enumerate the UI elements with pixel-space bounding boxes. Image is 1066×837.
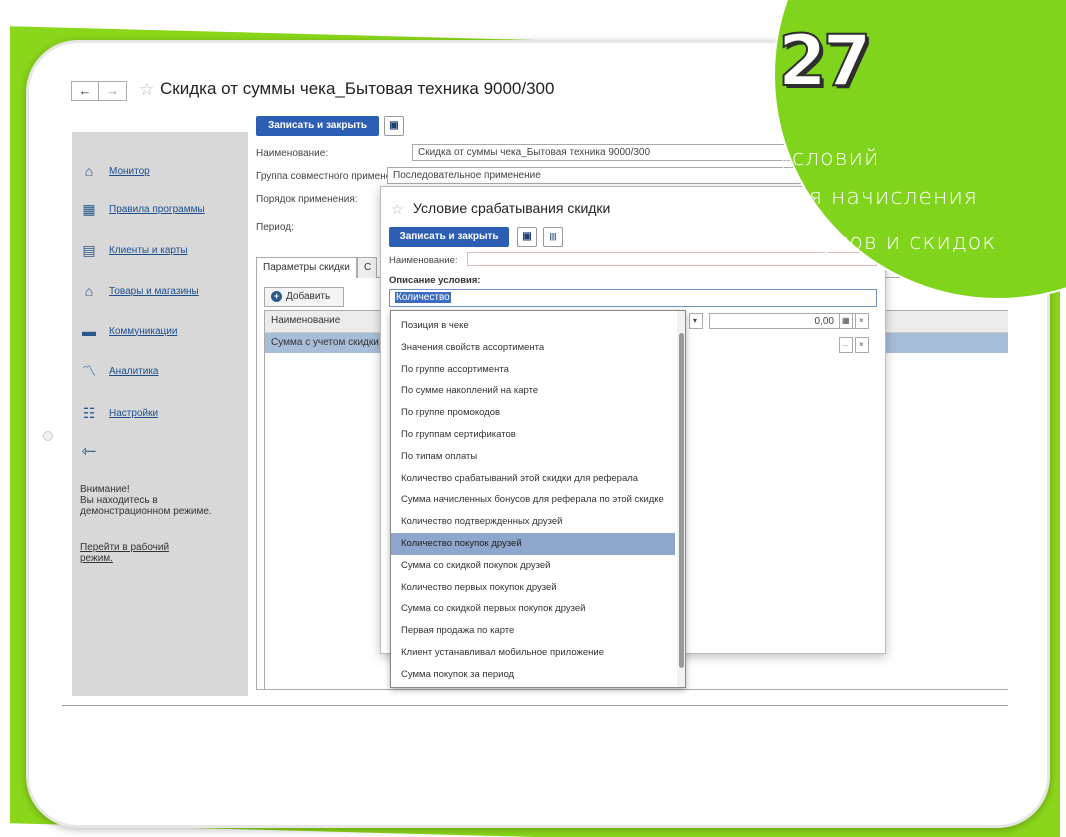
home-icon: ⌂ [84,163,94,179]
dropdown-option[interactable]: Сумма начисленных бонусов для реферала п… [391,489,675,511]
name-field[interactable]: Скидка от суммы чека_Бытовая техника 900… [412,144,812,161]
dropdown-option[interactable]: Количество первых покупок друзей [391,577,675,599]
dropdown-option[interactable]: По группе ассортимента [391,359,675,381]
tablet-camera [43,431,53,441]
sidebar-item-label[interactable]: Клиенты и карты [109,245,188,256]
sidebar: ⌂ Монитор ▦ Правила программы ▤ Клиенты … [72,132,248,696]
add-button[interactable]: + Добавить [264,287,344,307]
condition-combobox[interactable]: Количество [389,289,877,307]
dropdown-option[interactable]: По группе промокодов [391,402,675,424]
history-nav: ← → [71,81,127,101]
save-icon[interactable]: ▣ [384,116,404,136]
dropdown-option[interactable]: Сумма со скидкой покупок друзей [391,555,675,577]
dropdown-option[interactable]: Значения свойств ассортимента [391,337,675,359]
badge-line-1: условий [778,146,880,171]
calculator-icon[interactable]: ▦ [839,313,853,329]
sidebar-item-label[interactable]: Правила программы [109,204,205,215]
sidebar-item-label[interactable]: Коммуникации [109,326,177,337]
sidebar-item-label[interactable]: Аналитика [109,366,159,377]
dropdown-option[interactable]: По группам сертификатов [391,424,675,446]
clear-icon[interactable]: × [855,337,869,353]
back-button[interactable]: ← [71,81,99,101]
condition-dropdown: Позиция в чеке Значения свойств ассортиме… [390,310,686,688]
badge-line-3: бонусов и скидок [778,230,997,255]
order-label: Порядок применения: [256,194,358,205]
collapse-arrow-icon: ⇽ [81,441,97,461]
work-mode-link[interactable]: Перейти в рабочий режим. [80,542,190,564]
dropdown-option[interactable]: Сумма покупок за период [391,664,675,686]
add-label: Добавить [286,291,331,302]
dropdown-option[interactable]: По типам оплаты [391,446,675,468]
basket-icon: ⌂ [84,283,94,299]
barcode-icon[interactable]: ||| [543,227,563,247]
sidebar-item-communications[interactable]: ▬ Коммуникации [80,323,177,339]
clear-icon[interactable]: × [855,313,869,329]
dropdown-option[interactable]: Клиент устанавливал мобильное приложение [391,642,675,664]
dropdown-option[interactable]: Количество покупок друзей [391,533,675,555]
group-field[interactable]: Последовательное применение [387,167,812,184]
dialog-name-label: Наименование: [389,255,458,266]
dropdown-arrow-icon[interactable]: ▾ [689,313,703,329]
badge-line-2: для начисления [778,185,978,210]
promo-stage: ← → ☆ Скидка от суммы чека_Бытовая техни… [0,0,1066,837]
save-close-button[interactable]: Записать и закрыть [256,116,379,136]
sidebar-item-rules[interactable]: ▦ Правила программы [80,201,205,217]
dropdown-option[interactable]: Сумма со скидкой первых покупок друзей [391,598,675,620]
sidebar-item-label[interactable]: Настройки [109,408,158,419]
sidebar-item-label[interactable]: Монитор [109,166,150,177]
badge-number: 27 [777,19,872,103]
favorite-star-icon[interactable]: ☆ [391,201,404,218]
demo-warning: Внимание! Вы находитесь в демонстрационн… [80,484,212,517]
dropdown-scrollbar-thumb[interactable] [679,333,684,668]
forward-button[interactable]: → [99,81,127,101]
sidebar-item-settings[interactable]: ☷ Настройки [80,405,158,421]
sidebar-item-goods[interactable]: ⌂ Товары и магазины [80,283,199,299]
sidebar-item-analytics[interactable]: 〽 Аналитика [80,363,159,379]
chart-icon: 〽 [82,363,96,379]
favorite-star-icon[interactable]: ☆ [139,80,154,100]
id-card-icon: ▤ [82,242,96,258]
tab-second[interactable]: С [357,257,377,278]
dialog-title: Условие срабатывания скидки [413,200,611,216]
sidebar-item-clients[interactable]: ▤ Клиенты и карты [80,242,188,258]
grid-icon: ▦ [82,201,96,217]
sliders-icon: ☷ [82,405,96,421]
sidebar-item-monitor[interactable]: ⌂ Монитор [80,163,150,179]
condition-value: Количество [395,292,451,303]
dialog-save-icon[interactable]: ▣ [517,227,537,247]
plus-icon: + [271,291,282,302]
select-more-icon[interactable]: ... [839,337,853,353]
dropdown-option[interactable]: Количество подтвержденных друзей [391,511,675,533]
dropdown-option[interactable]: Позиция в чеке [391,315,675,337]
chat-icon: ▬ [82,323,96,339]
condition-label: Описание условия: [389,275,481,286]
dropdown-option[interactable]: Количество срабатываний этой скидки для … [391,468,675,490]
tab-discount-params[interactable]: Параметры скидки [256,257,357,278]
window-title: Скидка от суммы чека_Бытовая техника 900… [160,79,555,98]
dropdown-option[interactable]: По сумме накоплений на карте [391,380,675,402]
sidebar-item-label[interactable]: Товары и магазины [109,286,199,297]
dropdown-option[interactable]: Первая продажа по карте [391,620,675,642]
dialog-save-close-button[interactable]: Записать и закрыть [389,227,509,247]
sidebar-collapse-button[interactable]: ⇽ [80,441,109,461]
name-label: Наименование: [256,148,329,159]
period-label: Период: [256,222,294,233]
